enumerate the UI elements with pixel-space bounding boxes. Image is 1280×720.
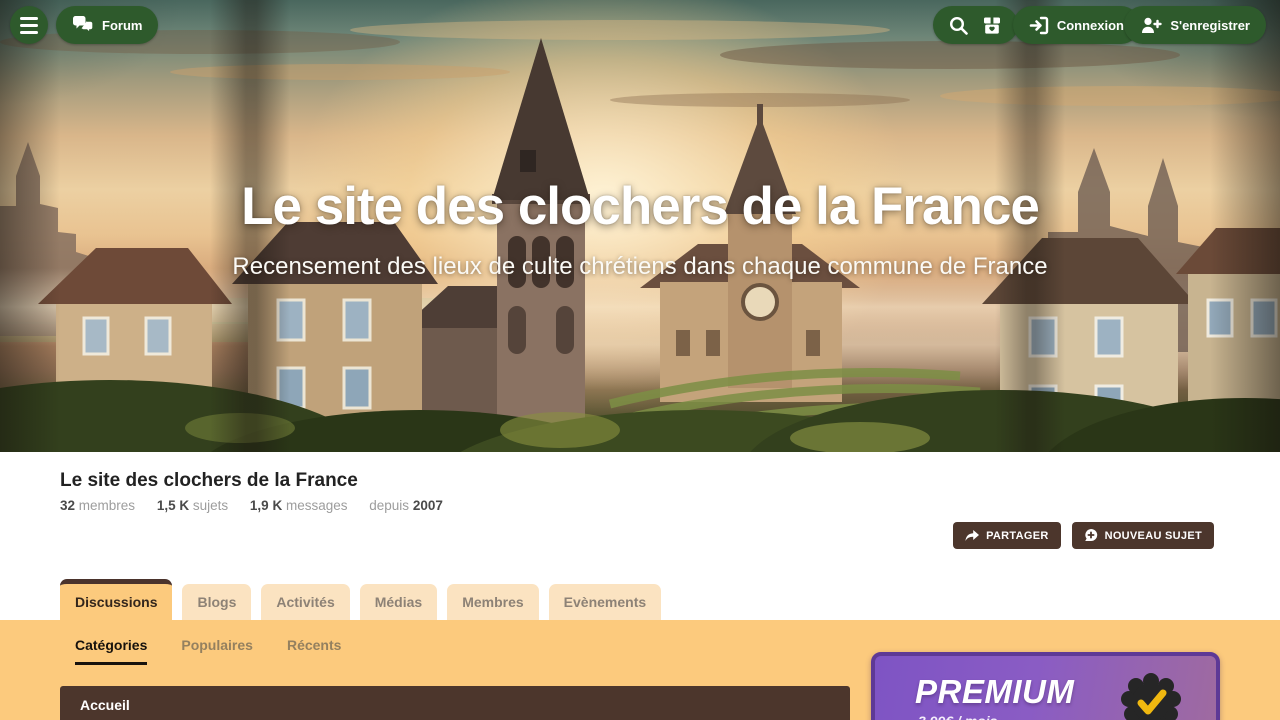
- stat-since-prefix: depuis: [369, 498, 410, 513]
- tab-discussions[interactable]: Discussions: [60, 579, 173, 620]
- donate-box-icon[interactable]: [982, 16, 1002, 35]
- category-header-accueil[interactable]: Accueil: [60, 686, 850, 720]
- tab-medias[interactable]: Médias: [359, 584, 438, 620]
- premium-title: PREMIUM: [915, 673, 1075, 710]
- login-button[interactable]: Connexion: [1012, 6, 1140, 44]
- register-button[interactable]: S'enregistrer: [1124, 6, 1266, 44]
- forum-stats: 32 membres 1,5 K sujets 1,9 K messages d…: [60, 498, 443, 513]
- share-button[interactable]: PARTAGER: [953, 522, 1061, 549]
- hero-banner: Le site des clochers de la France Recens…: [0, 0, 1280, 452]
- share-button-label: PARTAGER: [986, 529, 1049, 542]
- stat-topics-label: sujets: [192, 498, 229, 513]
- page-title: Le site des clochers de la France: [60, 470, 358, 491]
- stat-messages-value: 1,9 K: [249, 498, 283, 513]
- hero-title: Le site des clochers de la France: [241, 177, 1040, 236]
- tab-blogs[interactable]: Blogs: [182, 584, 252, 620]
- subtab-populaires[interactable]: Populaires: [181, 637, 253, 665]
- premium-seal-check-icon: [1121, 673, 1181, 720]
- forum-info-section: Le site des clochers de la France 32 mem…: [0, 452, 1280, 620]
- subtab-recents[interactable]: Récents: [287, 637, 341, 665]
- action-buttons: PARTAGER NOUVEAU SUJET: [953, 522, 1214, 549]
- forum-button[interactable]: Forum: [56, 6, 159, 44]
- new-topic-button[interactable]: NOUVEAU SUJET: [1071, 522, 1214, 549]
- new-topic-button-label: NOUVEAU SUJET: [1104, 529, 1202, 542]
- discussions-panel: Catégories Populaires Récents Accueil PR…: [0, 620, 1280, 720]
- new-topic-icon: [1084, 529, 1097, 541]
- stat-members-value: 32: [60, 498, 76, 513]
- login-arrow-icon: [1029, 16, 1049, 34]
- login-button-label: Connexion: [1056, 17, 1124, 33]
- nav-tools-group: [933, 6, 1018, 44]
- premium-price: 3,99€ / mois: [918, 713, 997, 720]
- stat-members-label: membres: [78, 498, 136, 513]
- tab-membres[interactable]: Membres: [447, 584, 539, 620]
- tab-activites[interactable]: Activités: [261, 584, 350, 620]
- user-plus-icon: [1142, 17, 1163, 33]
- hamburger-icon: [20, 16, 38, 20]
- stat-topics-value: 1,5 K: [156, 498, 190, 513]
- hero-subtitle: Recensement des lieux de culte chrétiens…: [232, 253, 1048, 280]
- stat-messages-label: messages: [285, 498, 348, 513]
- hero-text-block: Le site des clochers de la France Recens…: [0, 176, 1280, 281]
- premium-promo-card[interactable]: PREMIUM 3,99€ / mois: [871, 652, 1220, 720]
- stat-since-value: 2007: [412, 498, 443, 513]
- subtab-categories[interactable]: Catégories: [75, 637, 148, 665]
- menu-button[interactable]: [10, 6, 48, 44]
- register-button-label: S'enregistrer: [1170, 17, 1250, 33]
- chat-bubbles-icon: [73, 16, 94, 34]
- main-tabs: Discussions Blogs Activités Médias Membr…: [60, 579, 662, 620]
- forum-button-label: Forum: [102, 17, 143, 33]
- discussion-filter-tabs: Catégories Populaires Récents: [75, 637, 341, 665]
- share-arrow-icon: [965, 529, 980, 541]
- tab-evenements[interactable]: Evènements: [548, 584, 662, 620]
- search-icon[interactable]: [949, 16, 968, 35]
- category-header-label: Accueil: [80, 697, 130, 713]
